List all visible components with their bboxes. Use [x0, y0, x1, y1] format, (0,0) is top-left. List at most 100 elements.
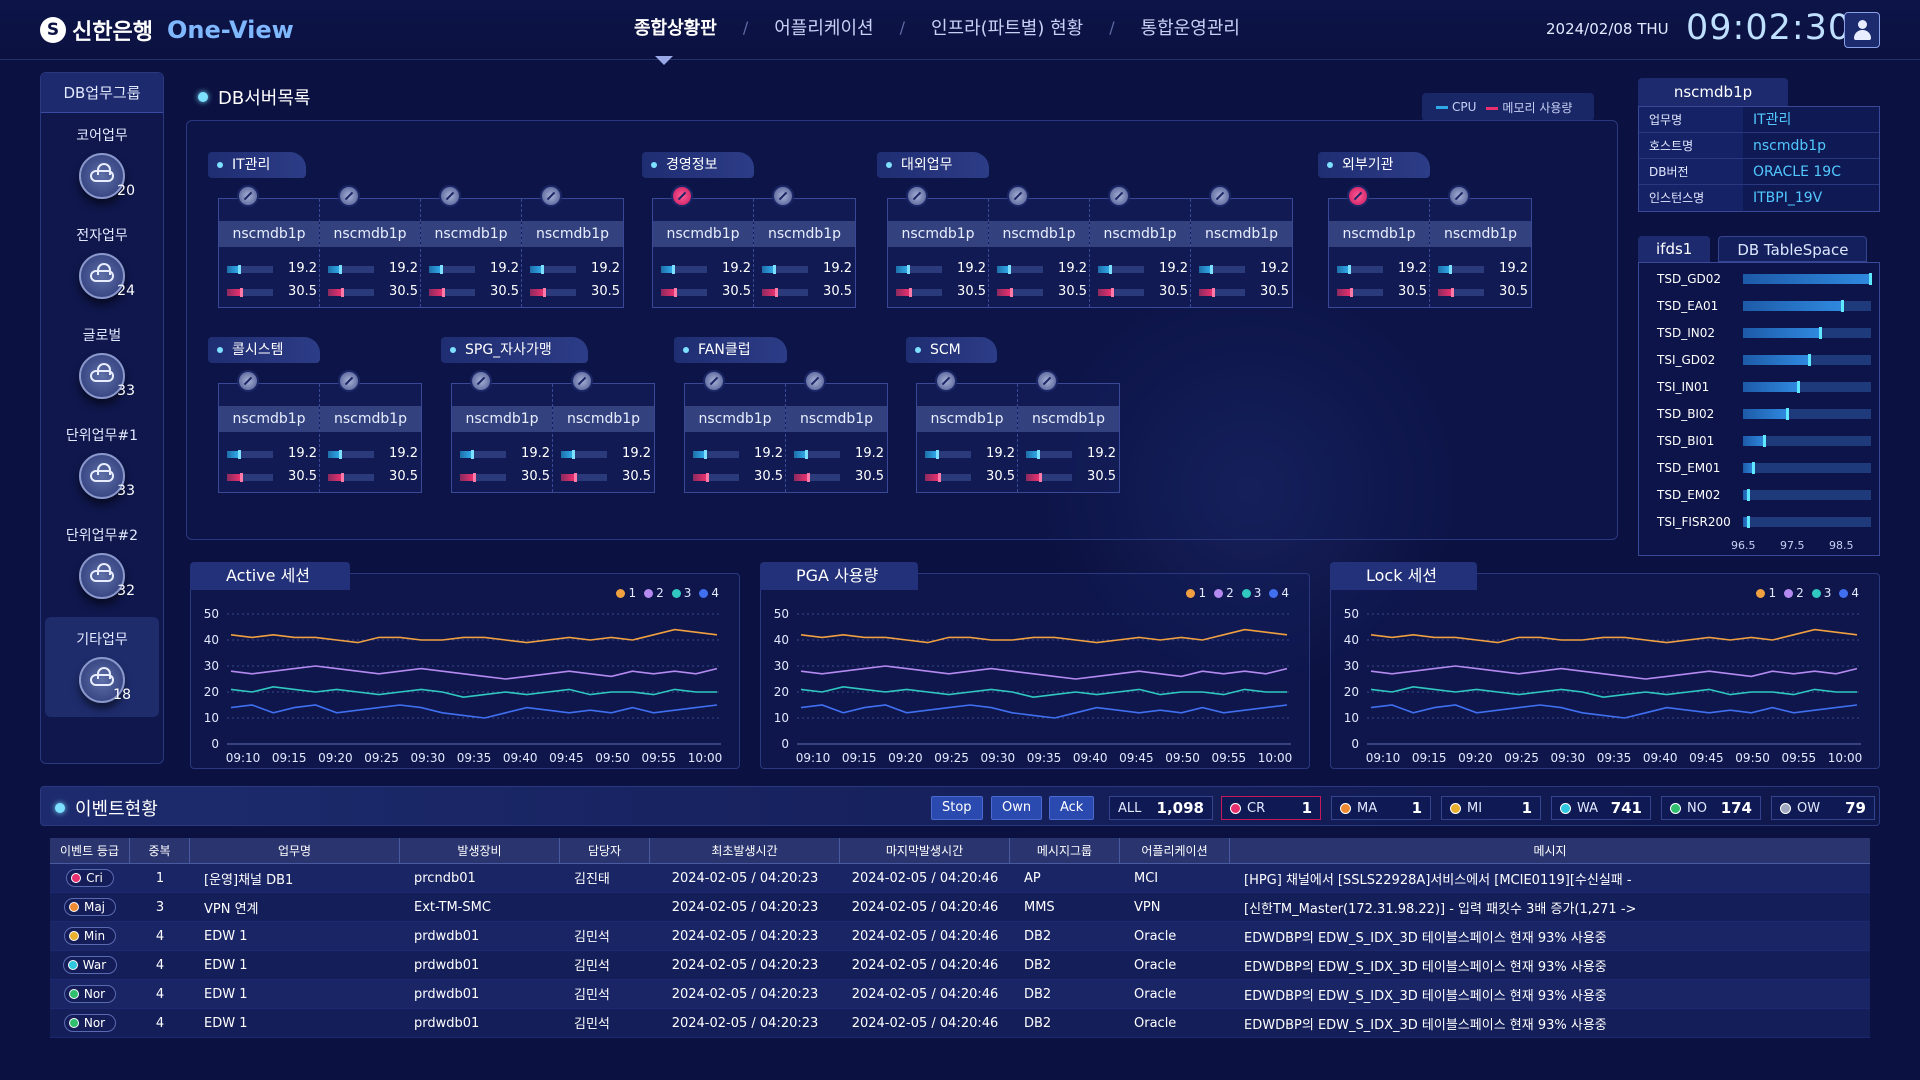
- table-cell: VPN: [1134, 899, 1161, 915]
- logo[interactable]: S 신한은행 One-View: [40, 14, 294, 46]
- server-card[interactable]: nscmdb1p 19.2 30.5: [320, 370, 421, 492]
- server-card[interactable]: nscmdb1p 19.2 30.5: [219, 185, 320, 307]
- cpu-bar-marker: [935, 450, 939, 459]
- memory-bar-marker: [775, 288, 779, 297]
- table-cell: 2024-02-05 / 04:20:23: [671, 957, 819, 973]
- cpu-bar-marker: [1209, 265, 1213, 274]
- memory-bar-track: [794, 473, 840, 482]
- sidebar-item[interactable]: 전자업무 24: [41, 213, 163, 313]
- table-row[interactable]: War 4 EDW 1 prdwdb01 김민석 2024-02-05 / 04:20:2…: [50, 951, 1870, 980]
- table-row[interactable]: Nor 4 EDW 1 prdwdb01 김민석 2024-02-05 / 04:20:2…: [50, 980, 1870, 1009]
- y-tick-label: 20: [1344, 685, 1359, 699]
- table-row[interactable]: Cri 1 [운영]채널 DB1 prcndb01 김진태 2024-02-05 / 04…: [50, 864, 1870, 893]
- server-card[interactable]: nscmdb1p 19.2 30.5: [1018, 370, 1119, 492]
- server-card[interactable]: nscmdb1p 19.2 30.5: [989, 185, 1090, 307]
- server-card[interactable]: nscmdb1p 19.2 30.5: [522, 185, 623, 307]
- nav-infra[interactable]: 인프라(파트별) 현황: [917, 14, 1097, 40]
- server-card[interactable]: nscmdb1p 19.2 30.5: [754, 185, 855, 307]
- memory-bar-marker: [1212, 288, 1216, 297]
- server-card[interactable]: nscmdb1p 19.2 30.5: [452, 370, 553, 492]
- memory-bar-track: [762, 288, 808, 297]
- severity-dot-icon: [71, 873, 82, 883]
- memory-bar-track: [328, 473, 374, 482]
- own-button[interactable]: Own: [991, 796, 1043, 820]
- severity-dot-icon: [1670, 802, 1681, 814]
- nav-application[interactable]: 어플리케이션: [760, 14, 887, 40]
- severity-badge: Nor: [63, 985, 117, 1003]
- cpu-bar: 19.2: [1098, 261, 1188, 276]
- server-card[interactable]: nscmdb1p 19.2 30.5: [1430, 185, 1531, 307]
- stop-button[interactable]: Stop: [931, 796, 983, 820]
- server-card[interactable]: nscmdb1p 19.2 30.5: [653, 185, 754, 307]
- server-card[interactable]: nscmdb1p 19.2 30.5: [1090, 185, 1191, 307]
- info-value: ORACLE 19C: [1743, 159, 1879, 184]
- tablespace-axis-tick: 97.5: [1780, 539, 1805, 552]
- event-counter-no[interactable]: NO 174: [1661, 796, 1761, 820]
- cpu-bar-value: 19.2: [1260, 261, 1289, 276]
- server-card[interactable]: nscmdb1p 19.2 30.5: [1329, 185, 1430, 307]
- table-row[interactable]: Nor 4 EDW 1 prdwdb01 김민석 2024-02-05 / 04:20:2…: [50, 1009, 1870, 1038]
- sidebar-item[interactable]: 코어업무 20: [41, 113, 163, 213]
- server-card[interactable]: nscmdb1p 19.2 30.5: [888, 185, 989, 307]
- event-counter-wa[interactable]: WA 741: [1551, 796, 1651, 820]
- tablespace-marker: [1763, 435, 1767, 447]
- user-button[interactable]: [1844, 12, 1880, 48]
- sidebar-item-count: 18: [113, 687, 131, 703]
- event-counter-ma[interactable]: MA 1: [1331, 796, 1431, 820]
- event-counter-ow[interactable]: OW 79: [1771, 796, 1875, 820]
- server-card[interactable]: nscmdb1p 19.2 30.5: [685, 370, 786, 492]
- server-card[interactable]: nscmdb1p 19.2 30.5: [421, 185, 522, 307]
- sidebar-item-label: 단위업무#1: [65, 428, 139, 444]
- sidebar-item-label: 단위업무#2: [65, 528, 139, 544]
- group-tag[interactable]: 외부기관: [1318, 152, 1430, 178]
- group-tag[interactable]: 콜시스템: [208, 337, 320, 363]
- server-card[interactable]: nscmdb1p 19.2 30.5: [219, 370, 320, 492]
- server-card[interactable]: nscmdb1p 19.2 30.5: [553, 370, 654, 492]
- table-row[interactable]: Maj 3 VPN 연계 Ext-TM-SMC 2024-02-05 / 04:20:2…: [50, 893, 1870, 922]
- tablespace-row: TSD_BI01: [1639, 431, 1879, 451]
- ack-button[interactable]: Ack: [1049, 796, 1095, 820]
- memory-bar-fill: [460, 474, 474, 481]
- memory-bar-value: 30.5: [490, 284, 519, 299]
- sidebar-item[interactable]: 기타업무 18: [45, 617, 159, 717]
- table-row[interactable]: Min 4 EDW 1 prdwdb01 김민석 2024-02-05 / 04:20:2…: [50, 922, 1870, 951]
- tablespace-axis-tick: 96.5: [1731, 539, 1756, 552]
- group-tag[interactable]: FAN클럽: [674, 337, 787, 363]
- tab-ifds1[interactable]: ifds1: [1638, 236, 1711, 262]
- cpu-bar-track: [693, 450, 739, 459]
- memory-bar-track: [925, 473, 971, 482]
- group-tag[interactable]: SCM: [906, 337, 997, 363]
- db-group-sidebar: DB업무그룹 코어업무 20 전자업무 24 글로벌 33 단위업무#1 33 단위업무#2 32…: [40, 72, 164, 764]
- server-card[interactable]: nscmdb1p 19.2 30.5: [917, 370, 1018, 492]
- group-tag[interactable]: 경영정보: [642, 152, 754, 178]
- event-counter-cr[interactable]: CR 1: [1221, 796, 1321, 820]
- table-cell: 4: [155, 928, 165, 944]
- sidebar-item[interactable]: 단위업무#2 32: [41, 513, 163, 613]
- status-icon: [1448, 185, 1470, 207]
- server-name: nscmdb1p: [917, 406, 1017, 432]
- cloud-icon: [90, 563, 114, 582]
- server-card[interactable]: nscmdb1p 19.2 30.5: [786, 370, 887, 492]
- event-counter-mi[interactable]: MI 1: [1441, 796, 1541, 820]
- group-tag[interactable]: SPG_자사가맹: [441, 337, 588, 363]
- nav-overview[interactable]: 종합상황판: [620, 14, 731, 40]
- x-tick-label: 09:40: [1073, 751, 1108, 765]
- group-tag[interactable]: 대외업무: [877, 152, 989, 178]
- tablespace-track: [1743, 273, 1872, 285]
- server-card[interactable]: nscmdb1p 19.2 30.5: [320, 185, 421, 307]
- y-tick-label: 20: [774, 685, 789, 699]
- sidebar-item[interactable]: 단위업무#1 33: [41, 413, 163, 513]
- server-card[interactable]: nscmdb1p 19.2 30.5: [1191, 185, 1292, 307]
- nav-operations[interactable]: 통합운영관리: [1127, 14, 1254, 40]
- server-name: nscmdb1p: [553, 406, 654, 432]
- server-name: nscmdb1p: [320, 221, 420, 247]
- tab-db-tablespace[interactable]: DB TableSpace: [1718, 236, 1868, 262]
- x-tick-label: 09:40: [1643, 751, 1678, 765]
- group-tag[interactable]: IT관리: [208, 152, 307, 178]
- info-row: 업무명 IT관리: [1639, 107, 1879, 133]
- memory-bar: 30.5: [896, 284, 986, 299]
- event-counter-all[interactable]: ALL 1,098: [1109, 796, 1213, 820]
- tablespace-marker: [1785, 408, 1789, 420]
- sidebar-item[interactable]: 글로벌 33: [41, 313, 163, 413]
- y-tick-label: 20: [204, 685, 219, 699]
